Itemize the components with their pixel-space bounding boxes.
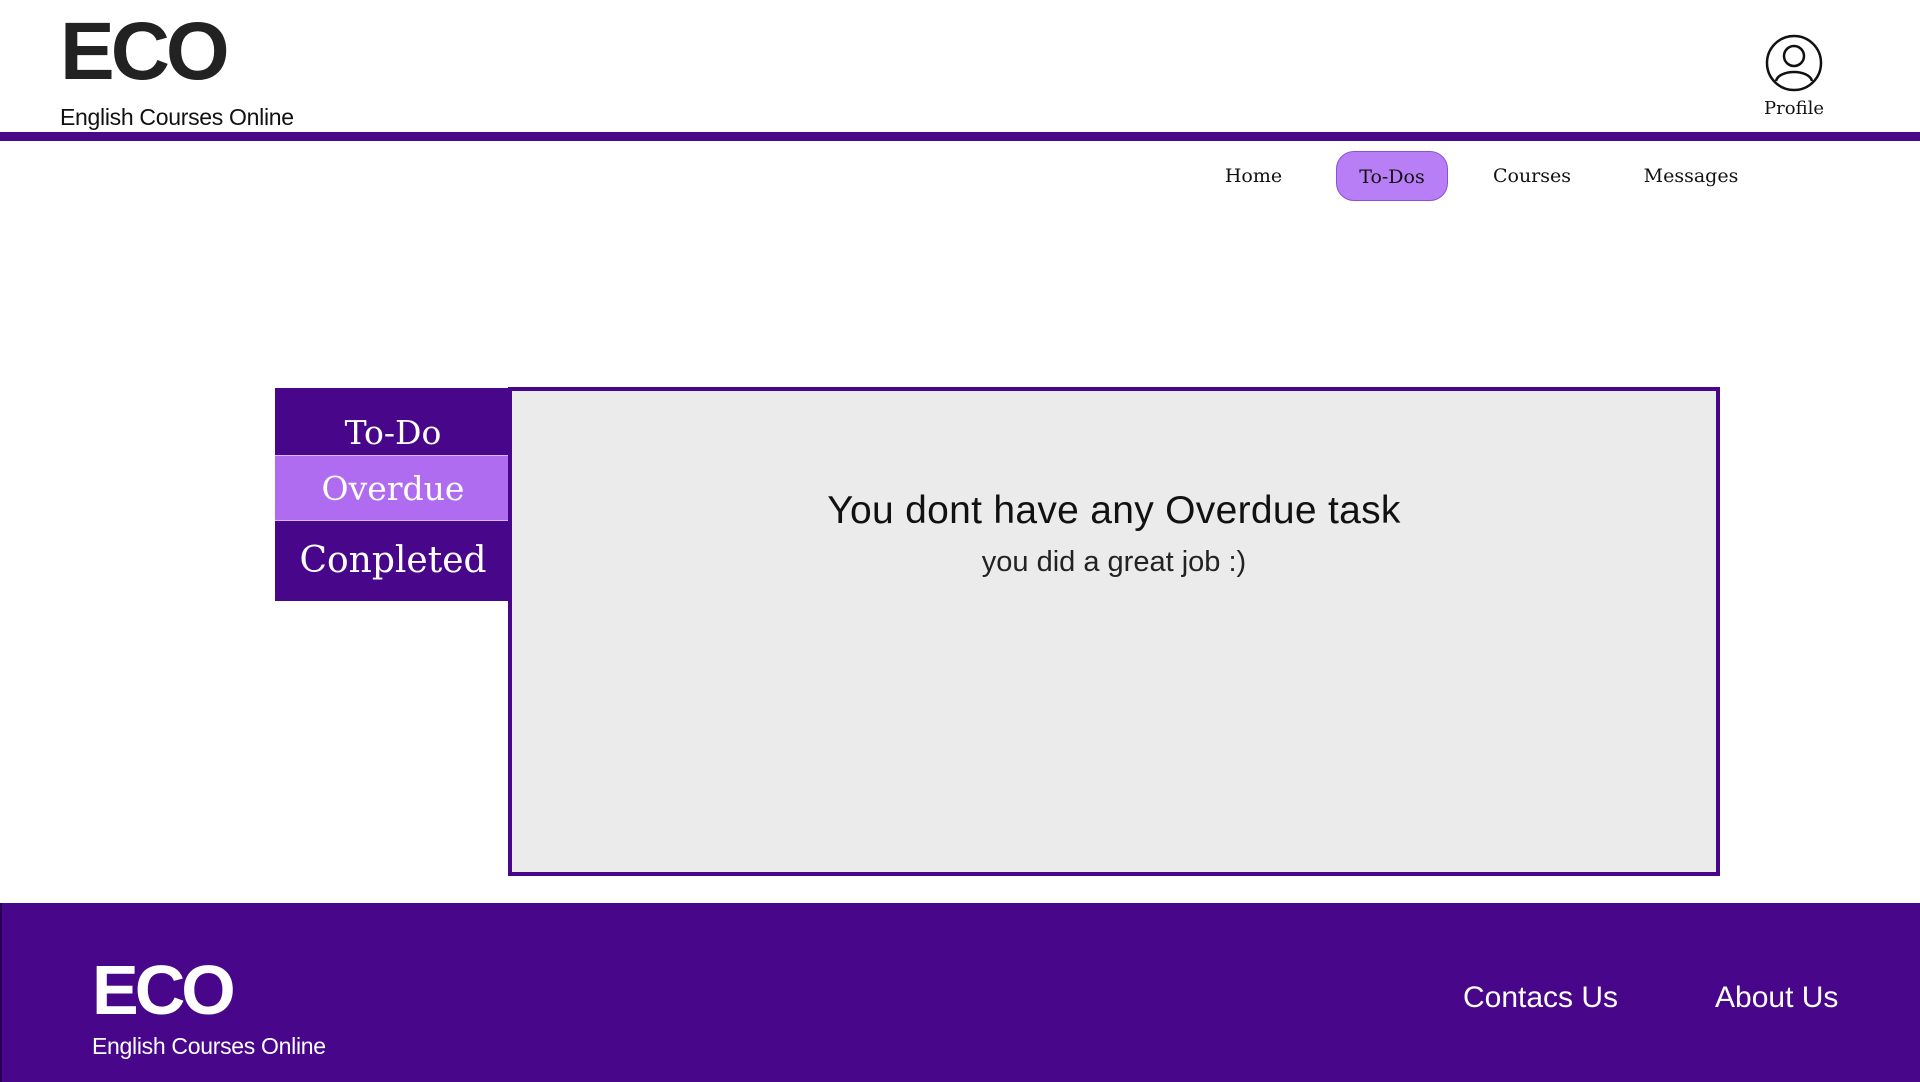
tab-overdue[interactable]: Overdue [275, 455, 511, 521]
nav-courses[interactable]: Courses [1476, 151, 1588, 201]
footer: ECO English Courses Online Contacs Us Ab… [0, 903, 1920, 1082]
logo-tagline: English Courses Online [60, 104, 294, 130]
header-divider [0, 132, 1920, 141]
tab-todo[interactable]: To-Do [275, 388, 511, 455]
logo-mark: ECO [60, 6, 230, 97]
nav-todos[interactable]: To-Dos [1336, 151, 1448, 201]
overdue-panel: You dont have any Overdue task you did a… [508, 387, 1720, 876]
user-circle-icon [1765, 34, 1823, 92]
footer-logo[interactable]: ECO English Courses Online [92, 951, 326, 1060]
profile-button[interactable]: Profile [1756, 34, 1832, 119]
nav-messages[interactable]: Messages [1630, 151, 1752, 201]
header-logo[interactable]: ECO English Courses Online [60, 6, 294, 131]
empty-state-subtitle: you did a great job :) [981, 546, 1247, 578]
tab-completed[interactable]: Conpleted [275, 521, 511, 601]
page: ECO English Courses Online Profile Home … [0, 0, 1920, 1082]
footer-about-link[interactable]: About Us [1715, 981, 1838, 1015]
profile-label: Profile [1764, 98, 1824, 119]
footer-logo-tagline: English Courses Online [92, 1033, 326, 1059]
nav-home[interactable]: Home [1200, 151, 1307, 201]
empty-state-title: You dont have any Overdue task [827, 489, 1401, 532]
footer-contact-link[interactable]: Contacs Us [1463, 981, 1618, 1015]
footer-logo-mark: ECO [92, 951, 236, 1029]
